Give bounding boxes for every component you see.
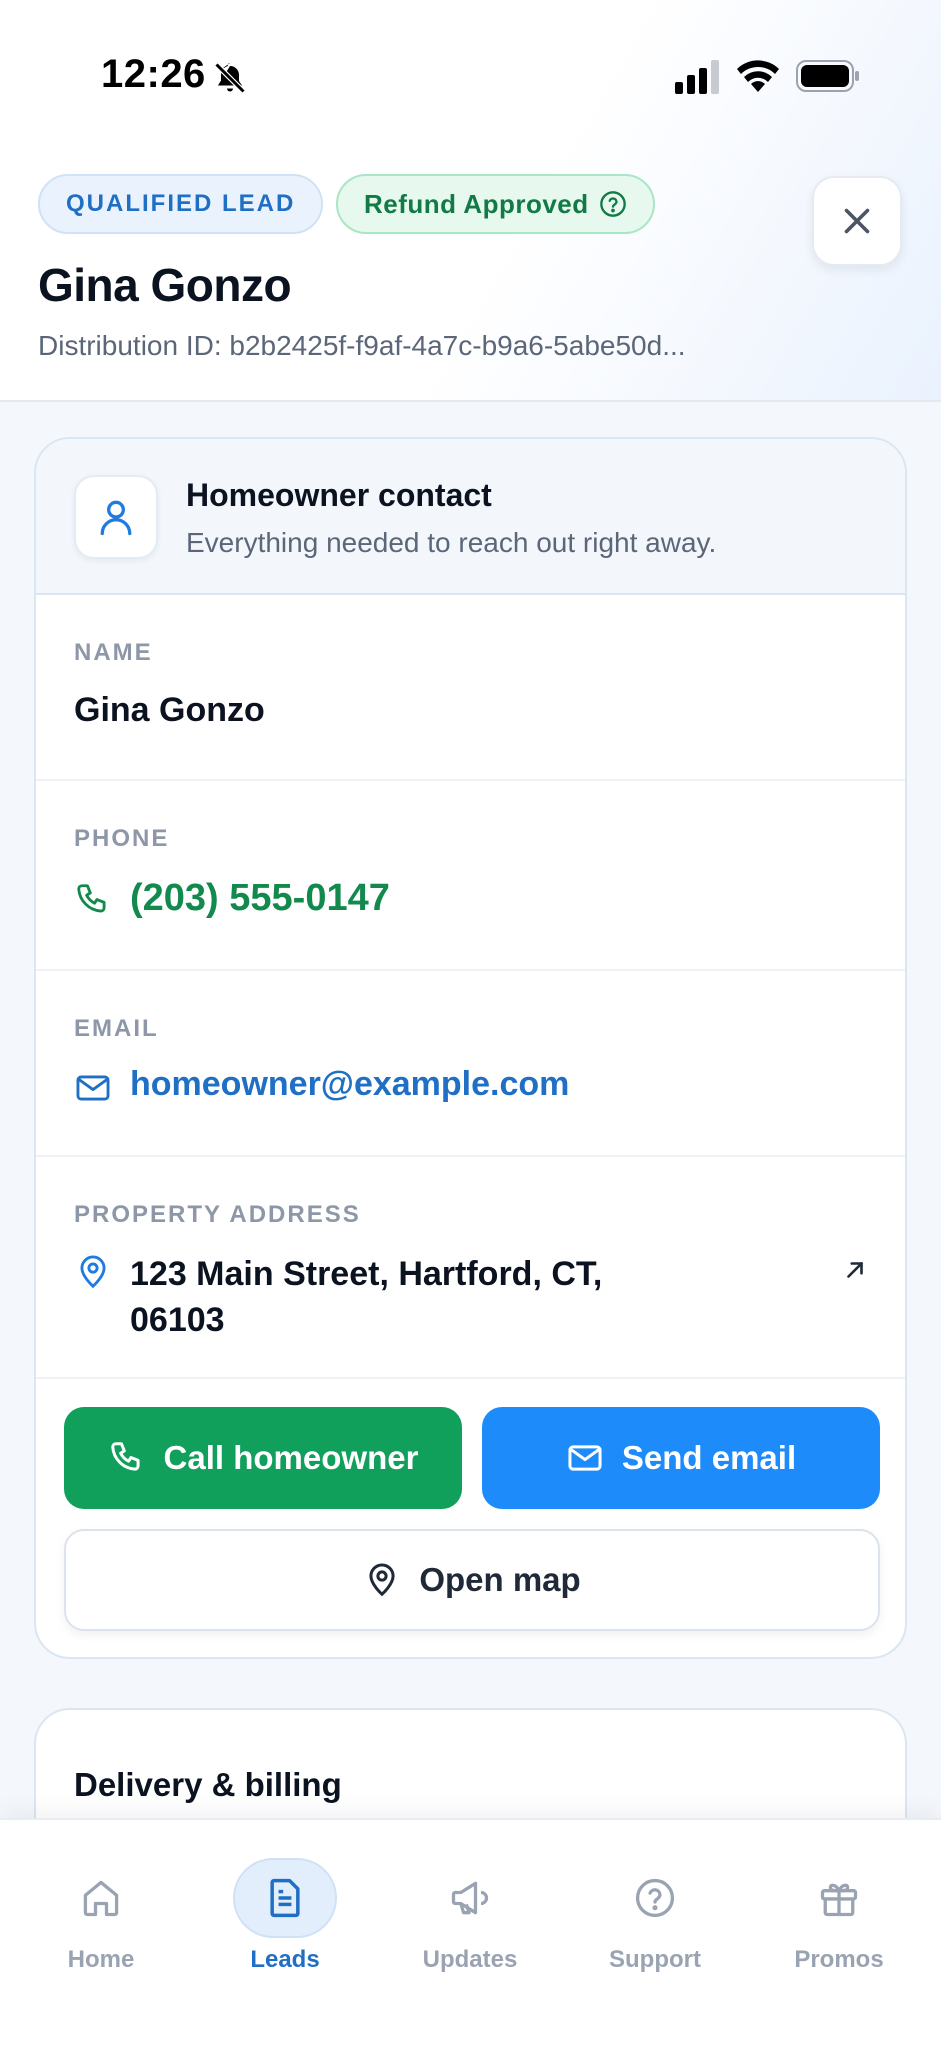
phone-field: PHONE (203) 555-0147 bbox=[36, 781, 905, 971]
wifi-icon bbox=[737, 60, 779, 92]
user-avatar-tile bbox=[74, 475, 158, 559]
tab-support-icon-wrap bbox=[603, 1858, 707, 1938]
call-homeowner-label: Call homeowner bbox=[163, 1439, 419, 1476]
refund-approved-badge-label: Refund Approved bbox=[364, 188, 589, 219]
lead-name-title: Gina Gonzo bbox=[38, 259, 292, 311]
document-icon bbox=[270, 1878, 300, 1918]
lead-detail-screen: 12:26 QUALIFIED LEAD Refund Approved Gin… bbox=[0, 0, 941, 2048]
address-line-2: 06103 bbox=[130, 1301, 225, 1339]
tab-leads-icon-wrap bbox=[233, 1858, 337, 1938]
address-line-1: 123 Main Street, Hartford, CT, bbox=[130, 1255, 603, 1293]
phone-icon bbox=[77, 884, 106, 913]
mail-icon bbox=[568, 1445, 602, 1471]
user-icon bbox=[100, 500, 132, 536]
name-field: NAME Gina Gonzo bbox=[36, 595, 905, 781]
contact-card-subtitle: Everything needed to reach out right awa… bbox=[186, 527, 717, 558]
help-circle-icon[interactable] bbox=[599, 190, 627, 218]
delivery-billing-title: Delivery & billing bbox=[74, 1766, 342, 1803]
status-time: 12:26 bbox=[101, 52, 206, 96]
tab-support-label: Support bbox=[609, 1946, 701, 1973]
qualified-lead-badge: QUALIFIED LEAD bbox=[38, 174, 324, 234]
property-address-field[interactable]: PROPERTY ADDRESS 123 Main Street, Hartfo… bbox=[36, 1157, 905, 1379]
home-icon bbox=[83, 1880, 119, 1917]
open-map-label: Open map bbox=[419, 1561, 581, 1598]
gift-icon bbox=[820, 1883, 858, 1917]
megaphone-icon bbox=[451, 1881, 489, 1915]
contact-card-title: Homeowner contact bbox=[186, 477, 492, 513]
call-homeowner-button[interactable]: Call homeowner bbox=[64, 1407, 462, 1509]
tab-leads[interactable]: Leads bbox=[210, 1840, 360, 1973]
phone-label: PHONE bbox=[74, 825, 170, 852]
map-pin-icon bbox=[80, 1255, 106, 1289]
tab-promos-icon-wrap bbox=[787, 1858, 891, 1938]
tab-home[interactable]: Home bbox=[26, 1840, 176, 1973]
name-label: NAME bbox=[74, 639, 153, 666]
phone-icon bbox=[110, 1442, 140, 1471]
homeowner-contact-card: Homeowner contact Everything needed to r… bbox=[34, 437, 907, 1659]
silent-mode-icon bbox=[214, 62, 246, 94]
external-link-arrow-icon[interactable] bbox=[842, 1257, 868, 1283]
send-email-button[interactable]: Send email bbox=[482, 1407, 880, 1509]
refund-approved-badge[interactable]: Refund Approved bbox=[336, 174, 655, 234]
send-email-label: Send email bbox=[621, 1439, 797, 1476]
open-map-button[interactable]: Open map bbox=[64, 1529, 880, 1631]
contact-card-header: Homeowner contact Everything needed to r… bbox=[36, 439, 905, 595]
name-value: Gina Gonzo bbox=[74, 691, 265, 729]
tab-home-icon-wrap bbox=[49, 1858, 153, 1938]
property-address-value: 123 Main Street, Hartford, CT, 06103 bbox=[130, 1251, 602, 1343]
close-button[interactable] bbox=[812, 176, 902, 266]
lead-header: 12:26 QUALIFIED LEAD Refund Approved Gin… bbox=[0, 0, 941, 402]
email-field: EMAIL homeowner@example.com bbox=[36, 971, 905, 1157]
distribution-id: Distribution ID: b2b2425f-f9af-4a7c-b9a6… bbox=[38, 330, 686, 361]
phone-link[interactable]: (203) 555-0147 bbox=[130, 877, 390, 920]
tab-promos-label: Promos bbox=[794, 1946, 884, 1973]
email-link[interactable]: homeowner@example.com bbox=[130, 1065, 569, 1104]
tab-updates-icon-wrap bbox=[418, 1858, 522, 1938]
status-bar: 12:26 bbox=[0, 0, 941, 150]
help-circle-icon bbox=[635, 1878, 675, 1918]
mail-icon bbox=[76, 1075, 110, 1101]
close-icon bbox=[844, 208, 870, 234]
tab-home-label: Home bbox=[67, 1946, 135, 1973]
tab-leads-label: Leads bbox=[250, 1946, 320, 1973]
battery-icon bbox=[796, 60, 859, 92]
property-address-label: PROPERTY ADDRESS bbox=[74, 1201, 361, 1228]
tab-promos[interactable]: Promos bbox=[764, 1840, 914, 1973]
tab-updates-label: Updates bbox=[422, 1946, 518, 1973]
email-label: EMAIL bbox=[74, 1015, 159, 1042]
tab-updates[interactable]: Updates bbox=[395, 1840, 545, 1973]
map-pin-icon bbox=[369, 1563, 395, 1597]
bottom-tab-bar: Home Leads Updates Support Promos bbox=[0, 1818, 941, 2048]
cellular-signal-icon bbox=[675, 60, 719, 94]
tab-support[interactable]: Support bbox=[580, 1840, 730, 1973]
qualified-lead-badge-label: QUALIFIED LEAD bbox=[66, 190, 296, 217]
